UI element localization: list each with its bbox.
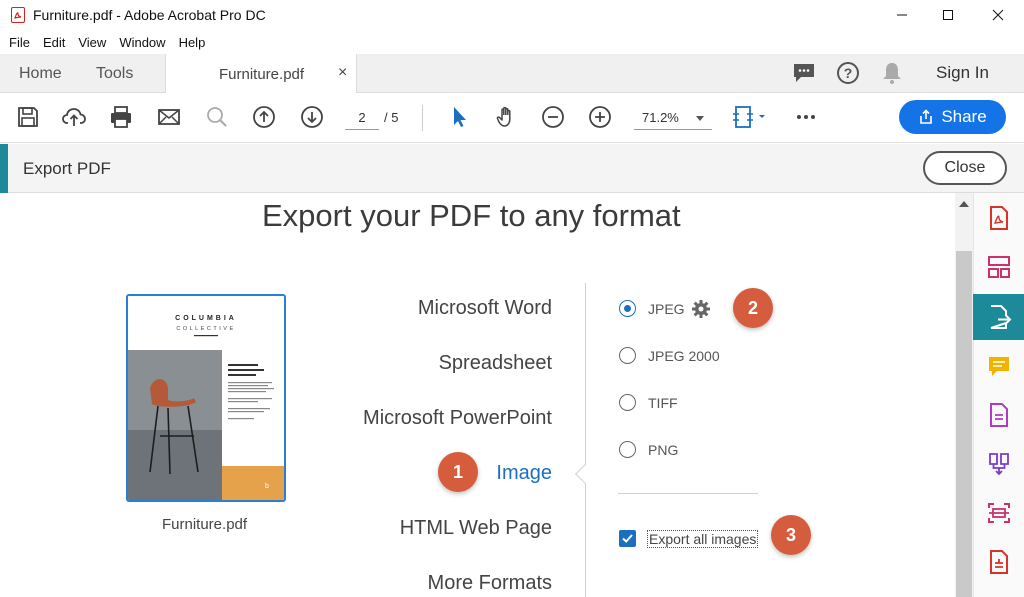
minimize-button[interactable] [879,2,925,28]
upload-cloud-icon[interactable] [60,103,88,131]
vertical-scrollbar[interactable] [955,193,973,597]
option-jpeg-2000-label: JPEG 2000 [648,348,720,364]
format-divider [585,283,586,597]
option-png-label: PNG [648,442,679,458]
toolbar-divider [422,105,423,131]
previous-page-icon[interactable] [250,103,278,131]
svg-text:b: b [265,483,269,490]
page-total: / 5 [384,110,399,125]
close-tab-icon[interactable]: × [338,64,347,82]
share-button[interactable]: Share [899,100,1006,134]
thumbnail-preview: COLUMBIA COLLECTIVE b [128,296,284,500]
gear-icon[interactable] [691,299,711,319]
sign-in-link[interactable]: Sign In [936,63,989,83]
menu-view[interactable]: View [78,35,106,50]
tab-document[interactable]: Furniture.pdf × [165,54,357,94]
options-divider [618,493,758,494]
tab-bar: Home Tools Furniture.pdf × [0,54,1024,94]
tab-home[interactable]: Home [19,54,62,93]
scroll-up-arrow-icon[interactable] [959,201,969,207]
radio-jpeg-2000[interactable] [619,347,636,364]
zoom-out-icon[interactable] [539,103,567,131]
svg-text:?: ? [844,65,853,81]
acrobat-icon [11,7,25,23]
tab-tools[interactable]: Tools [96,54,133,93]
zoom-level-select[interactable]: 71.2% [634,106,712,130]
format-spreadsheet[interactable]: Spreadsheet [439,352,552,375]
select-cursor-icon[interactable] [445,103,473,131]
tab-document-label: Furniture.pdf [219,66,305,83]
email-icon[interactable] [155,103,183,131]
step-badge-1: 1 [438,452,478,492]
help-icon[interactable]: ? [836,61,860,85]
more-options-icon[interactable] [792,103,820,131]
selection-pointer [575,464,595,484]
close-window-button[interactable] [975,2,1021,28]
chevron-down-icon [696,116,704,121]
export-pdf-icon[interactable] [973,294,1024,340]
radio-jpeg[interactable] [619,300,636,317]
print-icon[interactable] [107,103,135,131]
menu-bar: File Edit View Window Help [0,30,1024,54]
share-icon [920,109,933,124]
format-image[interactable]: Image [496,462,552,485]
option-tiff-label: TIFF [648,395,678,411]
close-button[interactable]: Close [923,151,1007,185]
save-icon[interactable] [14,103,42,131]
toolbar: 2 / 5 71.2% [0,93,1024,143]
search-icon[interactable] [203,103,231,131]
create-pdf-icon[interactable] [973,196,1024,240]
export-pdf-header: Export PDF [0,144,1024,193]
title-bar: Furniture.pdf - Adobe Acrobat Pro DC [0,0,1024,30]
maximize-button[interactable] [925,2,971,28]
format-html-web-page[interactable]: HTML Web Page [400,517,552,540]
page-number-input[interactable]: 2 [345,106,379,130]
menu-help[interactable]: Help [179,35,206,50]
page-fit-icon[interactable] [730,103,770,131]
header-accent [0,144,8,193]
scan-icon[interactable] [973,491,1024,535]
format-microsoft-word[interactable]: Microsoft Word [418,297,552,320]
export-pdf-title: Export PDF [23,159,111,178]
share-label: Share [941,107,987,126]
next-page-icon[interactable] [298,103,326,131]
export-all-images-label[interactable]: Export all images [647,530,759,548]
format-microsoft-powerpoint[interactable]: Microsoft PowerPoint [363,407,552,430]
page-title: Export your PDF to any format [262,198,681,233]
menu-edit[interactable]: Edit [43,35,65,50]
document-thumbnail[interactable]: COLUMBIA COLLECTIVE b [126,294,286,502]
combine-files-icon[interactable] [973,442,1024,486]
checkmark-icon [622,534,633,543]
option-jpeg-label: JPEG [648,301,685,317]
comment-icon[interactable] [973,344,1024,388]
menu-file[interactable]: File [9,35,30,50]
hand-tool-icon[interactable] [492,103,520,131]
organize-pages-icon[interactable] [973,245,1024,289]
step-badge-2: 2 [733,288,773,328]
more-tools-icon[interactable] [973,540,1024,584]
zoom-level-value: 71.2% [642,110,679,125]
radio-tiff[interactable] [619,394,636,411]
thumb-brand-2: COLLECTIVE [176,326,235,332]
step-badge-3: 3 [771,515,811,555]
format-more-formats[interactable]: More Formats [428,572,552,595]
radio-png[interactable] [619,441,636,458]
export-all-images-checkbox[interactable] [619,530,636,547]
edit-pdf-icon[interactable] [973,393,1024,437]
thumb-brand-1: COLUMBIA [175,315,237,322]
notifications-bell-icon[interactable] [881,61,903,85]
thumbnail-filename: Furniture.pdf [162,516,248,533]
menu-window[interactable]: Window [119,35,165,50]
zoom-in-icon[interactable] [586,103,614,131]
scrollbar-thumb[interactable] [956,251,972,597]
chat-icon[interactable] [792,62,816,84]
window-title: Furniture.pdf - Adobe Acrobat Pro DC [33,7,266,23]
